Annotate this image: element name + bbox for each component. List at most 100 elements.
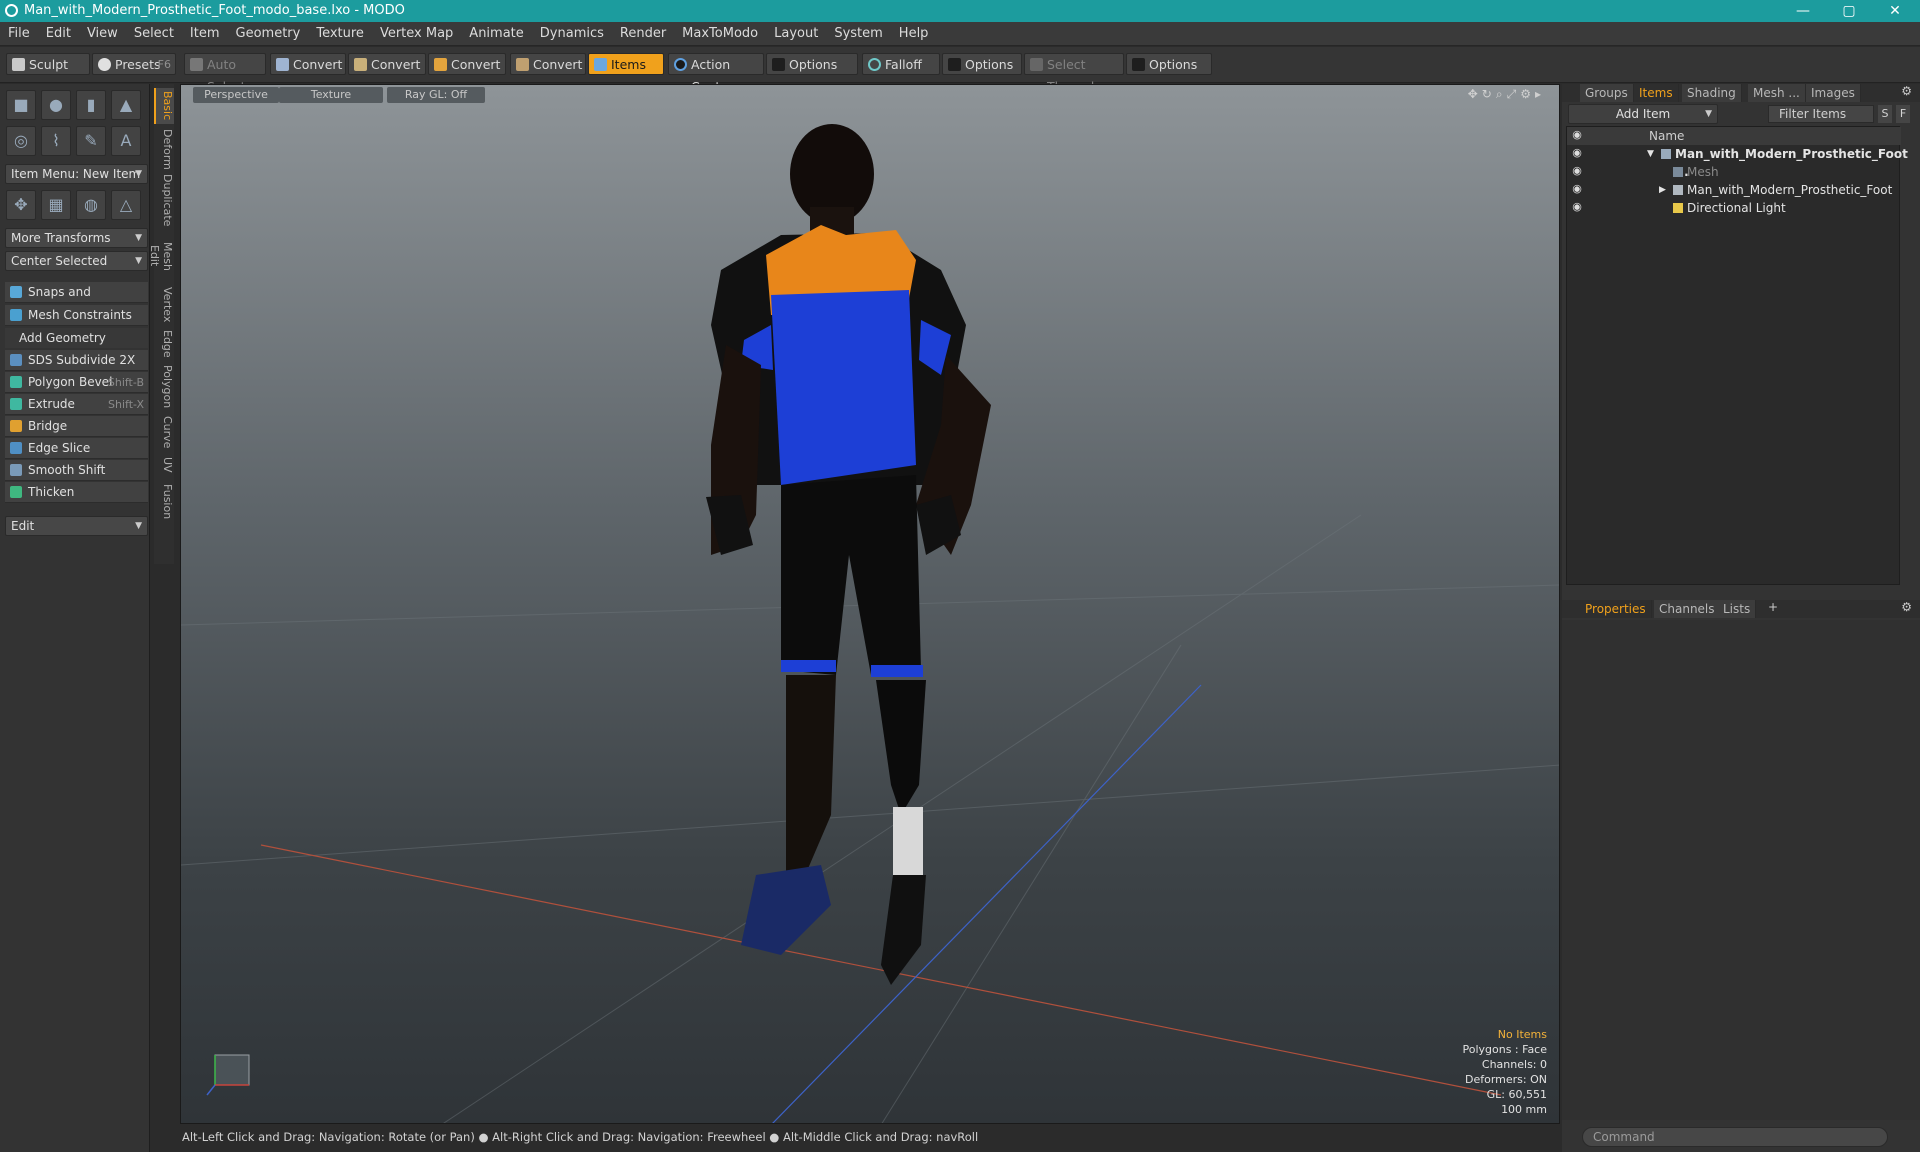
convert-edges-button[interactable]: Convert — [348, 53, 426, 75]
tool-bridge[interactable]: Bridge — [5, 416, 148, 437]
tab-items[interactable]: Items — [1634, 84, 1679, 102]
menu-layout[interactable]: Layout — [766, 22, 826, 46]
auto-select-button[interactable]: Auto Select — [184, 53, 266, 94]
vtab-uv[interactable]: UV — [154, 454, 174, 476]
menu-edit[interactable]: Edit — [38, 22, 79, 46]
menu-file[interactable]: File — [0, 22, 38, 46]
filter-items-input[interactable]: Filter Items — [1768, 105, 1874, 123]
tree-row-light[interactable]: ◉ Directional Light — [1567, 199, 1901, 217]
convert-materials-button[interactable]: Convert — [510, 53, 586, 75]
tab-shading[interactable]: Shading — [1682, 84, 1742, 102]
menu-dynamics[interactable]: Dynamics — [532, 22, 612, 46]
menu-vertex-map[interactable]: Vertex Map — [372, 22, 461, 46]
globe-icon[interactable]: ◍ — [76, 190, 106, 220]
cylinder-icon[interactable]: ▮ — [76, 90, 106, 120]
menu-item[interactable]: Item — [182, 22, 228, 46]
transform-gizmo-icon[interactable]: ✥ — [6, 190, 36, 220]
menu-geometry[interactable]: Geometry — [228, 22, 309, 46]
center-selected-dropdown[interactable]: Center Selected ▼ — [5, 251, 148, 271]
add-geometry-section[interactable]: Add Geometry — [5, 328, 148, 348]
pyramid-icon[interactable]: △ — [111, 190, 141, 220]
vtab-fusion[interactable]: Fusion — [154, 482, 174, 522]
options-select-button[interactable]: Options — [1126, 53, 1212, 75]
filter-s-button[interactable]: S — [1878, 105, 1892, 123]
add-tab-icon[interactable]: + — [1768, 600, 1778, 614]
tab-mesh[interactable]: Mesh ... — [1748, 84, 1806, 102]
visibility-eye-icon[interactable]: ◉ — [1571, 165, 1583, 177]
menu-help[interactable]: Help — [891, 22, 937, 46]
vtab-curve[interactable]: Curve — [154, 414, 174, 450]
tab-channels[interactable]: Channels — [1654, 600, 1721, 618]
pen-icon[interactable]: ✎ — [76, 126, 106, 156]
panel-gear-icon[interactable]: ⚙ — [1901, 600, 1912, 614]
minimize-button[interactable]: — — [1780, 0, 1826, 22]
expand-arrow-icon[interactable]: ▶ — [1659, 181, 1666, 199]
visibility-eye-icon[interactable]: ◉ — [1571, 147, 1583, 159]
menu-maxtomodo[interactable]: MaxToModo — [674, 22, 766, 46]
menu-render[interactable]: Render — [612, 22, 674, 46]
tool-edge-slice[interactable]: Edge Slice — [5, 438, 148, 459]
visibility-eye-icon[interactable]: ◉ — [1571, 183, 1583, 195]
grid-icon[interactable]: ▦ — [41, 190, 71, 220]
filter-f-button[interactable]: F — [1896, 105, 1910, 123]
cone-icon[interactable]: ▲ — [111, 90, 141, 120]
more-transforms-dropdown[interactable]: More Transforms ▼ — [5, 228, 148, 248]
vtab-vertex[interactable]: Vertex — [154, 286, 174, 324]
vtab-deform[interactable]: Deform — [154, 128, 174, 170]
capsule-icon[interactable]: ⌇ — [41, 126, 71, 156]
menu-animate[interactable]: Animate — [461, 22, 531, 46]
vtab-edge[interactable]: Edge — [154, 328, 174, 360]
text-tool-icon[interactable]: A — [111, 126, 141, 156]
visibility-eye-icon[interactable]: ◉ — [1571, 201, 1583, 213]
tab-images[interactable]: Images — [1806, 84, 1861, 102]
menu-texture[interactable]: Texture — [308, 22, 372, 46]
maximize-button[interactable]: ▢ — [1826, 0, 1872, 22]
tree-row-model[interactable]: ◉ ▶ Man_with_Modern_Prosthetic_Foot — [1567, 181, 1901, 199]
command-input[interactable]: Command — [1582, 1127, 1888, 1147]
vtab-basic[interactable]: Basic — [154, 88, 174, 124]
torus-icon[interactable]: ◎ — [6, 126, 36, 156]
sphere-icon[interactable]: ● — [41, 90, 71, 120]
thicken-icon — [10, 486, 22, 498]
tool-sds-subdivide[interactable]: SDS Subdivide 2X — [5, 350, 148, 371]
panel-gear-icon[interactable]: ⚙ — [1901, 84, 1912, 98]
menu-select[interactable]: Select — [126, 22, 182, 46]
presets-button[interactable]: Presets F6 — [92, 53, 176, 75]
vtab-polygon[interactable]: Polygon — [154, 364, 174, 410]
cube-icon[interactable]: ■ — [6, 90, 36, 120]
name-column-header[interactable]: Name — [1649, 127, 1684, 145]
add-item-dropdown[interactable]: Add Item ▼ — [1568, 104, 1718, 124]
tab-properties[interactable]: Properties — [1580, 600, 1652, 618]
item-menu-dropdown[interactable]: Item Menu: New Item ▼ — [5, 164, 148, 184]
menu-view[interactable]: View — [79, 22, 126, 46]
sculpt-button[interactable]: Sculpt — [6, 53, 90, 75]
action-center-button[interactable]: Action Center — [668, 53, 764, 94]
options-falloff-button[interactable]: Options — [942, 53, 1022, 75]
falloff-button[interactable]: Falloff — [862, 53, 940, 75]
tool-smooth-shift[interactable]: Smooth Shift — [5, 460, 148, 481]
mesh-constraints-button[interactable]: Mesh Constraints — [5, 305, 148, 326]
tool-thicken[interactable]: Thicken — [5, 482, 148, 503]
tab-lists[interactable]: Lists — [1718, 600, 1757, 618]
snaps-precision-button[interactable]: Snaps and Precision — [5, 282, 148, 320]
chevron-down-icon: ▼ — [135, 169, 142, 179]
tree-row-scene[interactable]: ◉ ▼ Man_with_Modern_Prosthetic_Foot ... — [1567, 145, 1908, 180]
tool-polygon-bevel[interactable]: Polygon Bevel Shift-B — [5, 372, 148, 393]
menu-system[interactable]: System — [826, 22, 890, 46]
bridge-icon — [10, 420, 22, 432]
3d-viewport[interactable]: Perspective Texture Ray GL: Off ✥↻⌕⤢⚙▸ N… — [180, 84, 1560, 1124]
collapse-arrow-icon[interactable]: ▼ — [1647, 145, 1654, 163]
convert-polygons-button[interactable]: Convert — [428, 53, 506, 75]
items-mode-button[interactable]: Items — [588, 53, 664, 75]
select-through-icon — [1030, 58, 1043, 71]
tree-row-mesh[interactable]: ◉ Mesh — [1567, 163, 1901, 181]
vtab-mesh-edit[interactable]: Mesh Edit — [148, 230, 174, 282]
edit-dropdown[interactable]: Edit ▼ — [5, 516, 148, 536]
tool-extrude[interactable]: Extrude Shift-X — [5, 394, 148, 415]
close-button[interactable]: ✕ — [1872, 0, 1918, 22]
tab-groups[interactable]: Groups — [1580, 84, 1634, 102]
options-action-center-button[interactable]: Options — [766, 53, 858, 75]
vtab-duplicate[interactable]: Duplicate — [154, 174, 174, 226]
select-through-button[interactable]: Select Through — [1024, 53, 1124, 94]
convert-vertices-button[interactable]: Convert — [270, 53, 346, 75]
